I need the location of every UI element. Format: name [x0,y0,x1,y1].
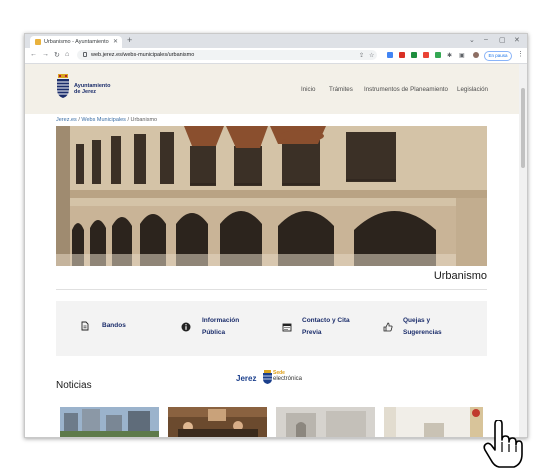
extension-1-icon[interactable] [387,52,393,58]
close-tab-icon[interactable]: ✕ [113,38,118,45]
site-logo-text[interactable]: Ayuntamiento de Jerez [74,83,134,95]
jerez-crest-logo[interactable] [56,74,70,98]
hero-building-image [56,126,487,266]
nav-inicio[interactable]: Inicio [301,86,315,93]
site-header: Ayuntamiento de Jerez Inicio Trámites In… [25,64,519,114]
news-thumbnail-1[interactable] [60,407,159,437]
crest-icon [263,370,272,384]
menu-kebab-icon[interactable]: ⋮ [517,50,524,58]
reload-icon[interactable]: ↻ [54,51,60,59]
quick-link-contacto-cita-previa[interactable]: Contacto y Cita Previa [282,301,372,356]
news-thumbnail-3[interactable] [276,407,375,437]
side-panel-icon[interactable]: ▣ [459,52,465,59]
tab-strip: Urbanismo - Ayuntamiento de Je ✕ + ⌄ – ▢… [25,34,527,48]
info-icon [181,322,191,332]
breadcrumb-jerez[interactable]: Jerez.es [56,117,77,123]
quick-link-quejas-sugerencias[interactable]: Quejas y Sugerencias [383,301,473,356]
news-thumbnail-2[interactable] [168,407,267,437]
share-icon[interactable]: ⇪ [359,52,364,59]
electronica-word: electrónica [273,376,303,382]
close-window-button[interactable]: ✕ [514,36,520,44]
extension-3-icon[interactable] [411,52,417,58]
extensions-puzzle-icon[interactable]: ✱ [447,52,452,59]
extension-2-icon[interactable] [399,52,405,58]
web-page: Ayuntamiento de Jerez Inicio Trámites In… [25,64,519,437]
browser-toolbar: ← → ↻ ⌂ web.jerez.es/webs-municipales/ur… [25,48,527,64]
breadcrumb: Jerez.es / Webs Municipales / Urbanismo [56,117,157,123]
bookmark-star-icon[interactable]: ☆ [369,52,374,59]
vertical-scrollbar[interactable] [519,64,527,437]
maximize-button[interactable]: ▢ [499,36,506,44]
page-title: Urbanismo [433,270,487,282]
lock-icon [83,52,87,57]
browser-window: Urbanismo - Ayuntamiento de Je ✕ + ⌄ – ▢… [24,33,528,438]
quick-links-bar: Bandos Información Pública Contacto y Ci… [56,301,487,356]
extension-5-icon[interactable] [435,52,441,58]
quick-link-label: Previa [302,329,322,336]
sede-electronica-logo[interactable]: Jerez Sede electrónica [236,370,306,388]
sede-brand-text: Jerez [236,374,257,383]
tab-title: Urbanismo - Ayuntamiento de Je [44,39,110,45]
back-icon[interactable]: ← [30,51,37,58]
breadcrumb-current: Urbanismo [130,117,158,123]
news-thumbnail-4[interactable] [384,407,483,437]
extension-4-icon[interactable] [423,52,429,58]
new-tab-button[interactable]: + [127,35,132,45]
divider [56,289,487,290]
hand-pointer-cursor-icon [483,420,523,468]
home-icon[interactable]: ⌂ [65,51,69,58]
favicon-icon [35,39,41,45]
quick-link-bandos[interactable]: Bandos [80,301,150,356]
nav-legislacion[interactable]: Legislación [457,86,488,93]
breadcrumb-webs-municipales[interactable]: Webs Municipales [81,117,126,123]
calendar-icon [282,323,292,332]
thumbs-up-icon [383,322,393,332]
forward-icon[interactable]: → [42,51,49,58]
url-text: web.jerez.es/webs-municipales/urbanismo [91,52,195,58]
quick-link-label: Información [202,317,240,324]
quick-link-label: Sugerencias [403,329,442,336]
profile-status-badge[interactable]: En pausa [484,51,512,61]
news-heading: Noticias [56,380,92,391]
scrollbar-thumb[interactable] [521,88,525,168]
logo-line-2: de Jerez [74,89,97,95]
avatar[interactable] [473,52,479,58]
address-bar[interactable]: web.jerez.es/webs-municipales/urbanismo [77,50,377,60]
quick-link-label: Contacto y Cita [302,317,350,324]
quick-link-label: Bandos [102,322,126,329]
quick-link-label: Quejas y [403,317,431,324]
nav-tramites[interactable]: Trámites [329,86,353,93]
quick-link-label: Pública [202,329,226,336]
quick-link-informacion-publica[interactable]: Información Pública [181,301,261,356]
browser-tab[interactable]: Urbanismo - Ayuntamiento de Je ✕ [30,36,122,48]
tab-search-icon[interactable]: ⌄ [469,36,475,44]
document-icon [81,321,89,331]
nav-instrumentos-planeamiento[interactable]: Instrumentos de Planeamiento [364,86,448,93]
minimize-button[interactable]: – [484,36,488,43]
